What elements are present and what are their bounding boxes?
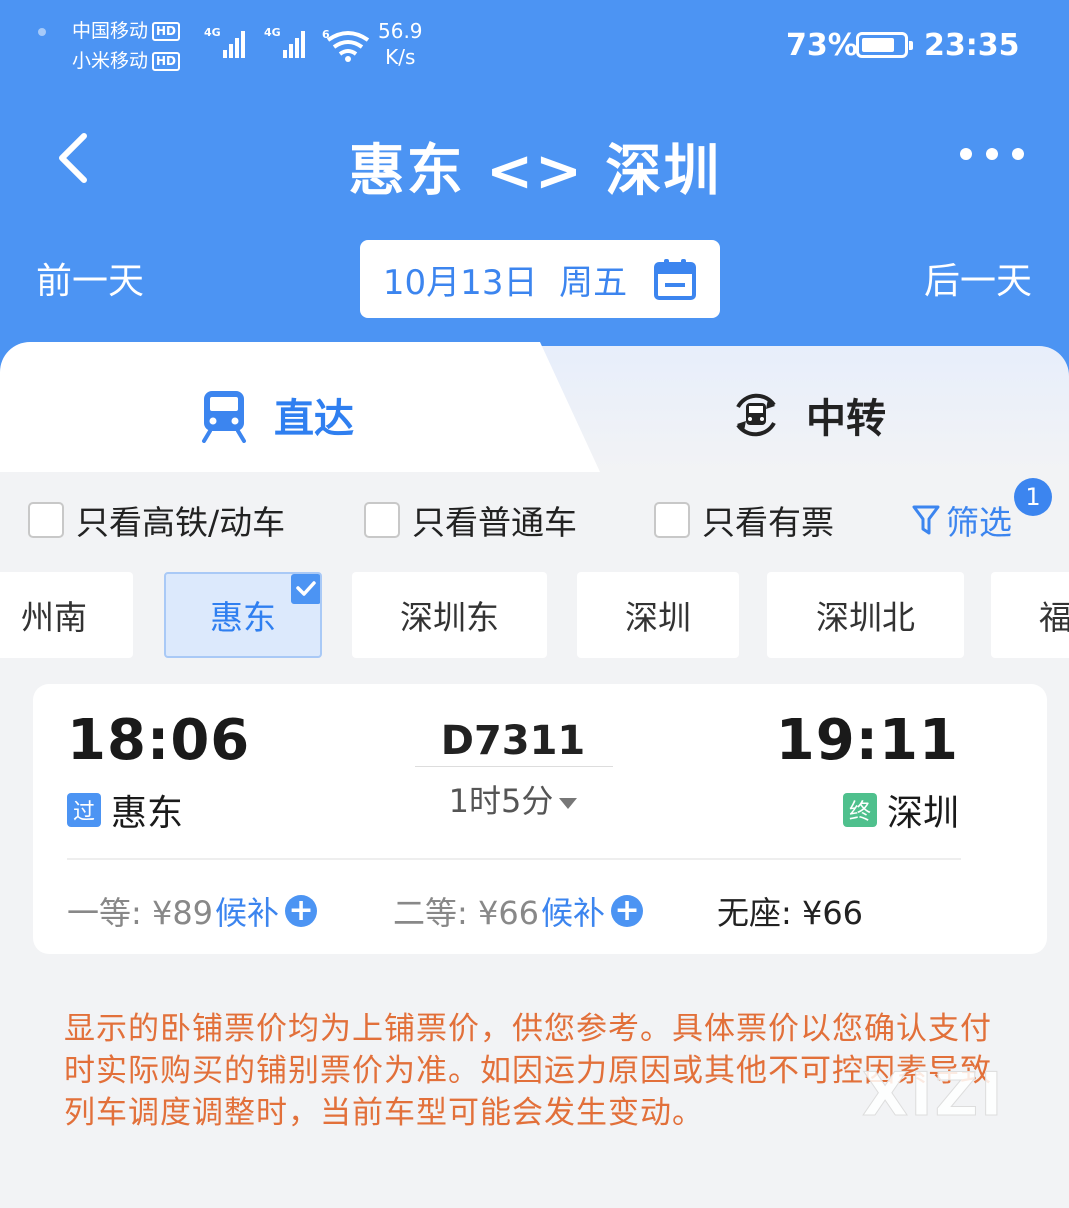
carrier-1: 中国移动 HD [72,16,181,46]
station-chip[interactable]: 州南 [0,572,133,658]
seat-first-class: 一等: ¥89 候补 + [67,888,318,934]
train-card[interactable]: 18:06 D7311 1时5分 19:11 过 惠东 终 深圳 一等: ¥89… [33,684,1047,954]
tab-bar [0,342,1069,472]
signal-icon: 4G [264,26,307,58]
seat-second-class: 二等: ¥66 候补 + [393,888,644,934]
waitlist-link[interactable]: 候补 [215,888,279,934]
filter-normal-train[interactable]: 只看普通车 [364,496,577,544]
wifi-icon: 6 [322,28,370,62]
carrier-2: 小米移动 HD [72,46,181,76]
pass-tag: 过 [67,793,101,827]
tab-direct-label: 直达 [274,396,354,442]
arrival-station: 终 深圳 [842,784,959,836]
duration-toggle[interactable]: 1时5分 [413,776,613,822]
station-chip-row: 州南 惠东 深圳东 深圳 深圳北 福 [0,572,1069,660]
seat-no-seat: 无座: ¥66 [717,894,864,932]
tab-transfer[interactable]: 中转 [728,386,886,444]
filter-count-badge: 1 [1014,478,1052,516]
caret-down-icon [559,797,578,809]
battery-icon [856,32,913,58]
tab-transfer-label: 中转 [806,396,886,442]
status-bar: 中国移动 HD 小米移动 HD 4G 4G 6 56.9 K/s 73% 23:… [0,0,1069,90]
tab-direct[interactable]: 直达 [196,386,354,444]
card-divider [67,858,961,860]
train-icon [202,391,246,443]
check-icon [291,574,320,604]
filter-available-only[interactable]: 只看有票 [654,496,834,544]
carrier-list: 中国移动 HD 小米移动 HD [72,16,181,76]
date-label: 10月13日 周五 [382,262,628,303]
calendar-icon [654,259,697,300]
page-title: 惠东 <> 深圳 [348,139,722,204]
funnel-icon [912,505,940,535]
date-selector[interactable]: 10月13日 周五 [360,240,720,318]
more-dots-icon[interactable] [960,148,1040,172]
checkbox[interactable] [28,502,64,538]
hd-badge: HD [152,21,181,41]
prev-day-button[interactable]: 前一天 [36,252,144,304]
watermark: XIZI [861,1060,1005,1131]
train-number: D7311 [440,718,586,764]
station-chip-selected[interactable]: 惠东 [164,572,322,658]
filter-button[interactable]: 筛选 [912,496,1012,544]
notification-dot [38,28,46,36]
checkbox[interactable] [654,502,690,538]
filter-high-speed[interactable]: 只看高铁/动车 [28,496,285,544]
plus-icon[interactable]: + [611,895,644,927]
station-chip[interactable]: 深圳北 [767,572,964,658]
station-chip[interactable]: 福 [991,572,1069,658]
chevron-left-icon[interactable] [48,128,108,188]
terminal-tag: 终 [842,793,877,827]
train-divider [415,766,613,767]
departure-time: 18:06 [67,708,251,773]
waitlist-link[interactable]: 候补 [541,888,605,934]
hd-badge: HD [152,51,181,71]
status-clock: 23:35 [924,28,1020,63]
network-speed: 56.9 K/s [378,19,423,69]
transfer-train-icon [736,393,776,437]
station-chip[interactable]: 深圳 [577,572,739,658]
battery-percent: 73% [786,28,858,63]
arrival-time: 19:11 [775,708,959,773]
plus-icon[interactable]: + [285,895,318,927]
station-chip[interactable]: 深圳东 [352,572,547,658]
signal-icon: 4G [204,26,247,58]
filter-row: 只看高铁/动车 只看普通车 只看有票 筛选 [0,496,1069,546]
departure-station: 过 惠东 [67,784,183,836]
checkbox[interactable] [364,502,400,538]
next-day-button[interactable]: 后一天 [924,252,1032,304]
